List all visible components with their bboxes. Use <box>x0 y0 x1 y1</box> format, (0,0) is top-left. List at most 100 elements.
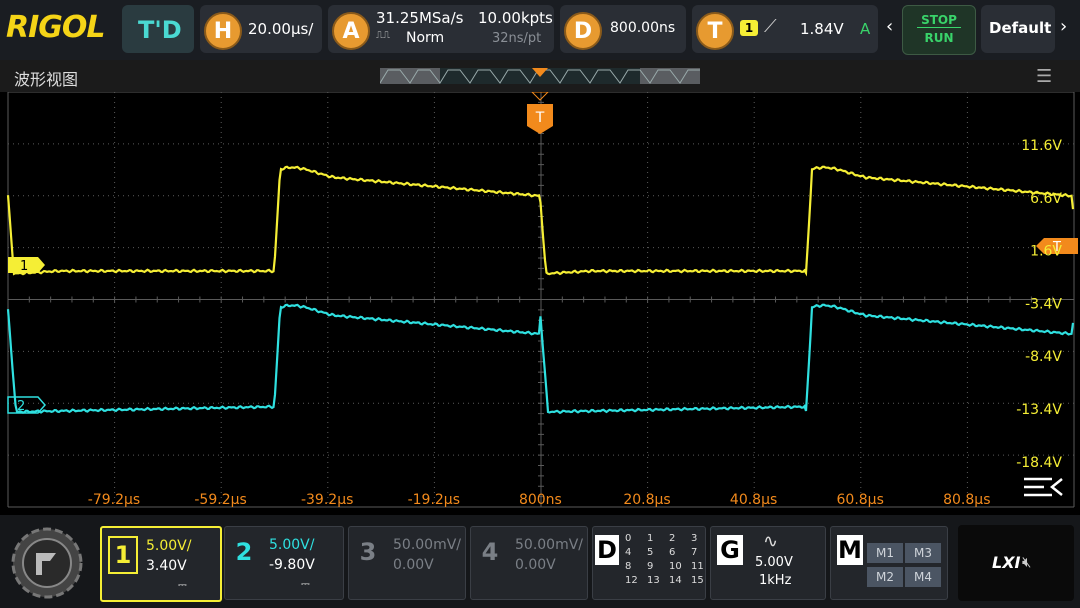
digital-channel-index: 4 <box>625 547 632 558</box>
time-mode-button[interactable]: T'D <box>122 5 194 53</box>
generator-label: G <box>717 535 743 565</box>
trigger-sweep: A <box>860 20 871 38</box>
navigation-wheel-icon[interactable] <box>6 525 88 601</box>
digital-channel-index: 6 <box>669 547 676 558</box>
trigger-position-marker[interactable]: T <box>527 92 553 134</box>
digital-channel-index: 1 <box>647 533 654 544</box>
horizontal-panel[interactable]: H 20.00μs/ <box>200 5 322 53</box>
graticule <box>7 92 1075 508</box>
channel-1-settings[interactable]: 1 5.00V/ 3.40V ⎓ <box>100 526 222 602</box>
channel-4-offset: 0.00V <box>515 557 556 573</box>
digital-channel-index: 15 <box>691 575 704 586</box>
digital-channel-index: 14 <box>669 575 682 586</box>
acquire-mode: Norm <box>406 30 445 46</box>
svg-text:1: 1 <box>20 259 28 274</box>
x-axis-label: 20.8μs <box>623 492 670 508</box>
acquire-panel[interactable]: A 31.25MSa/s ⎍⎍ Norm 10.00kpts 32ns/pt <box>328 5 554 53</box>
channel-3-scale: 50.00mV/ <box>393 537 462 553</box>
pulse-icon: ⎍⎍ <box>376 30 390 41</box>
waveform-view-header: 波形视图 ☰ <box>0 60 1080 92</box>
memory-overview-strip[interactable] <box>380 66 702 86</box>
digital-channel-index: 10 <box>669 561 682 572</box>
generator-amplitude: 5.00V <box>755 555 793 570</box>
horizontal-scale: 20.00μs/ <box>248 20 314 38</box>
delay-value: 800.00ns <box>610 20 676 36</box>
trigger-panel[interactable]: T 1 ⟋ 1.84V A <box>692 5 878 53</box>
stop-label: STOP <box>921 13 957 27</box>
digital-channel-index: 8 <box>625 561 632 572</box>
channel-2-settings[interactable]: 2 5.00V/ -9.80V ⎓ <box>224 526 344 600</box>
horizontal-badge: H <box>204 12 242 50</box>
menu-icon[interactable]: ☰ <box>1036 66 1052 87</box>
channel-2-offset: -9.80V <box>269 557 315 573</box>
math-m3-button[interactable]: M3 <box>905 543 941 563</box>
x-axis-label: -79.2μs <box>88 492 140 508</box>
waveform-display[interactable]: T 1 2 T 11.6V6.6V1.6V-3.4V-8.4V-13.4V-18… <box>0 92 1080 515</box>
y-axis-label: 11.6V <box>1021 138 1062 154</box>
sine-wave-icon: ∿ <box>763 531 779 552</box>
math-m2-button[interactable]: M2 <box>867 567 903 587</box>
default-button[interactable]: Default <box>981 5 1055 53</box>
time-mode-label: T'D <box>138 16 182 44</box>
svg-text:T: T <box>535 110 545 126</box>
digital-channel-index: 9 <box>647 561 654 572</box>
svg-text:2: 2 <box>17 399 25 414</box>
bottom-toolbar: 1 5.00V/ 3.40V ⎓ 2 5.00V/ -9.80V ⎓ 3 50.… <box>0 515 1080 608</box>
sample-rate: 31.25MSa/s <box>376 9 464 27</box>
digital-channels-settings[interactable]: D 0 1 2 3 4 5 6 7 8 9 10 11 12 13 14 15 <box>592 526 706 600</box>
y-axis-label: 6.6V <box>1030 191 1062 207</box>
trigger-badge: T <box>696 12 734 50</box>
channel-1-number: 1 <box>108 536 138 574</box>
digital-channel-index: 13 <box>647 575 660 586</box>
time-scale-labels: -79.2μs -59.2μs -39.2μs -19.2μs 800ns 20.8μs 4… <box>88 492 991 508</box>
generator-settings[interactable]: G ∿ 5.00V 1kHz <box>710 526 826 600</box>
math-m1-button[interactable]: M1 <box>867 543 903 563</box>
channel-4-scale: 50.00mV/ <box>515 537 584 553</box>
math-settings[interactable]: M M1 M3 M2 M4 <box>830 526 948 600</box>
generator-frequency: 1kHz <box>759 573 792 588</box>
channel-2-number: 2 <box>235 538 253 566</box>
channel-1-offset: 3.40V <box>146 558 187 574</box>
channel-1-scale: 5.00V/ <box>146 538 192 554</box>
channel-3-offset: 0.00V <box>393 557 434 573</box>
channel-4-number: 4 <box>481 538 499 566</box>
time-resolution: 32ns/pt <box>492 31 542 46</box>
channel-3-settings[interactable]: 3 50.00mV/ 0.00V <box>348 526 466 600</box>
top-toolbar: RIGOL T'D H 20.00μs/ A 31.25MSa/s ⎍⎍ Nor… <box>0 0 1080 60</box>
y-axis-label: 1.6V <box>1030 244 1062 260</box>
x-axis-label: 800ns <box>519 492 562 508</box>
trigger-level: 1.84V <box>800 20 844 38</box>
y-axis-label: -18.4V <box>1016 455 1062 471</box>
delay-badge: D <box>564 12 602 50</box>
digital-label: D <box>595 535 619 565</box>
y-axis-label: -8.4V <box>1025 349 1062 365</box>
x-axis-label: -59.2μs <box>194 492 246 508</box>
digital-channel-index: 11 <box>691 561 704 572</box>
collapse-panel-icon[interactable] <box>1024 477 1063 497</box>
x-axis-label: 40.8μs <box>730 492 777 508</box>
digital-channel-index: 2 <box>669 533 676 544</box>
view-title: 波形视图 <box>14 70 79 89</box>
digital-channel-index: 7 <box>691 547 698 558</box>
dc-coupling-icon: ⎓ <box>178 578 187 591</box>
acquire-badge: A <box>332 12 370 50</box>
math-label: M <box>837 535 863 565</box>
digital-channel-index: 0 <box>625 533 632 544</box>
chevron-left-icon[interactable]: ‹ <box>886 16 893 37</box>
x-axis-label: 80.8μs <box>943 492 990 508</box>
mute-icon[interactable]: 🔇︎ <box>1022 553 1031 571</box>
math-m4-button[interactable]: M4 <box>905 567 941 587</box>
channel-2-scale: 5.00V/ <box>269 537 315 553</box>
rigol-logo: RIGOL <box>6 10 106 45</box>
chevron-right-icon[interactable]: › <box>1060 16 1067 37</box>
digital-channel-index: 5 <box>647 547 654 558</box>
y-axis-label: -3.4V <box>1025 296 1062 312</box>
stop-run-button[interactable]: STOP RUN <box>902 5 976 55</box>
stop-run-divider <box>917 27 961 28</box>
delay-panel[interactable]: D 800.00ns <box>560 5 686 53</box>
channel-4-settings[interactable]: 4 50.00mV/ 0.00V <box>470 526 588 600</box>
lxi-logo: LXI <box>992 553 1021 572</box>
x-axis-label: -39.2μs <box>301 492 353 508</box>
y-axis-label: -13.4V <box>1016 402 1062 418</box>
digital-channel-index: 12 <box>625 575 638 586</box>
